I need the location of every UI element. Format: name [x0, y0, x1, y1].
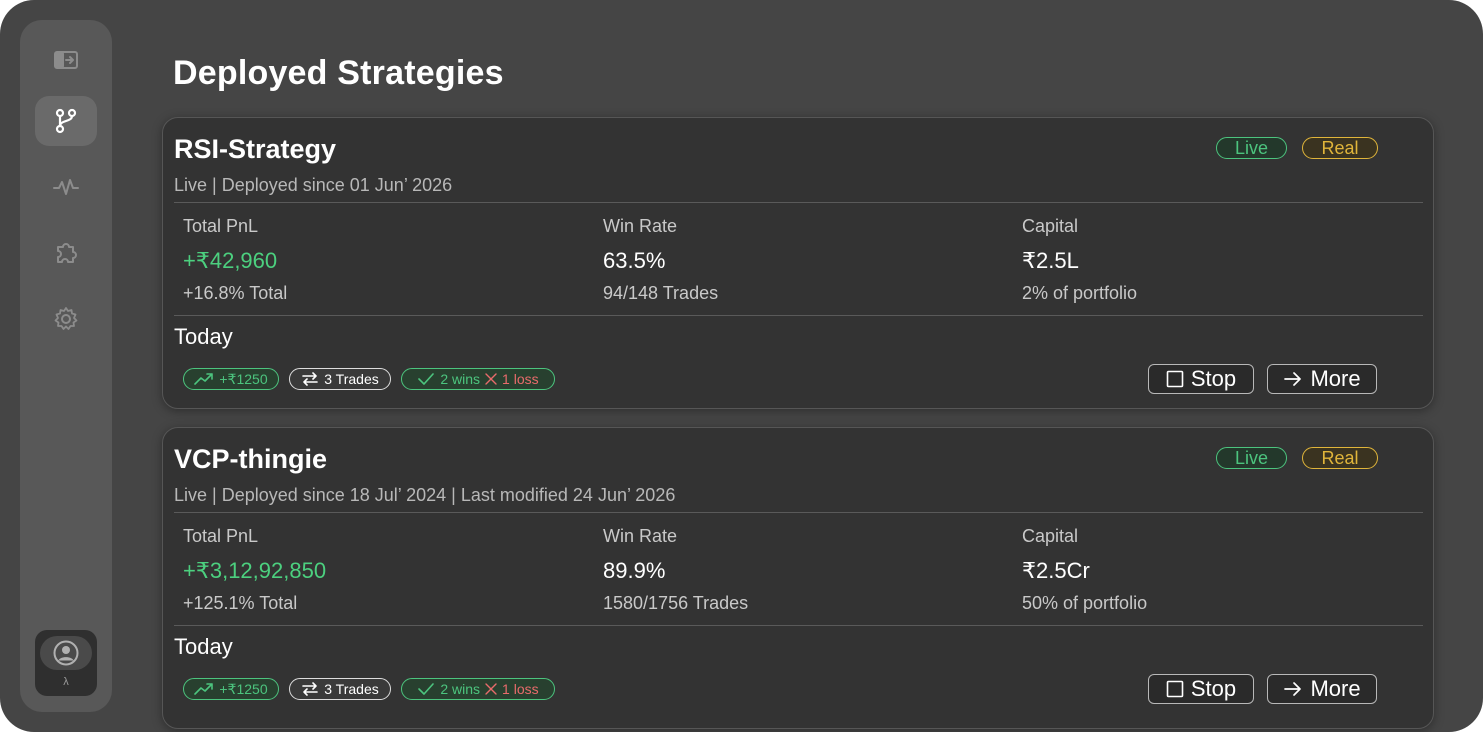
stat-subtext: +125.1% Total [183, 593, 298, 613]
square-stop-icon [1166, 680, 1184, 698]
stat-label: Total PnL [183, 216, 259, 236]
stat-subtext: 1580/1756 Trades [603, 593, 749, 613]
stat-value: ₹2.5L [1022, 248, 1079, 273]
more-button[interactable]: More [1267, 364, 1377, 394]
square-stop-icon [1166, 370, 1184, 388]
stat-value: 89.9% [603, 558, 666, 583]
today-pnl-value: +₹1250 [219, 370, 268, 387]
sidebar: λ [20, 20, 112, 712]
app-window: λ Deployed Strategies RSI-Strategy Live … [0, 0, 1483, 732]
today-pnl-value: +₹1250 [219, 680, 268, 697]
stat-subtext: 2% of portfolio [1022, 283, 1138, 303]
today-wins: 2 wins [440, 681, 481, 697]
today-wins-losses-badge: 2 wins 1 loss [401, 368, 555, 390]
stat-value: 63.5% [603, 248, 666, 273]
trending-up-icon [194, 373, 214, 385]
sidebar-item-expand[interactable] [35, 35, 97, 85]
today-losses: 1 loss [502, 681, 539, 697]
today-pnl-badge: +₹1250 [183, 368, 279, 390]
activity-icon [53, 179, 79, 195]
today-wins: 2 wins [440, 371, 481, 387]
more-button-label: More [1310, 676, 1361, 701]
sidebar-item-strategies[interactable] [35, 96, 97, 146]
today-trades-badge: 3 Trades [289, 368, 391, 390]
live-badge: Live [1216, 137, 1287, 159]
stat-value: +₹3,12,92,850 [183, 558, 327, 583]
win-rate-stat: Win Rate 89.9% 1580/1756 Trades [603, 526, 963, 614]
strategy-subtitle: Live | Deployed since 01 Jun’ 2026 [174, 175, 453, 195]
divider [174, 512, 1423, 513]
panel-expand-icon [54, 51, 78, 69]
arrow-right-icon [1284, 682, 1302, 696]
cross-icon [485, 373, 497, 385]
puzzle-icon [57, 243, 77, 263]
today-pnl-badge: +₹1250 [183, 678, 279, 700]
today-trades-count: 3 Trades [324, 371, 379, 387]
avatar [40, 636, 92, 670]
stat-label: Win Rate [603, 526, 678, 546]
more-button[interactable]: More [1267, 674, 1377, 704]
stop-button[interactable]: Stop [1148, 364, 1254, 394]
page-title: Deployed Strategies [173, 54, 504, 92]
user-avatar-icon [53, 640, 79, 666]
gear-icon [54, 307, 78, 330]
total-pnl-stat: Total PnL +₹42,960 +16.8% Total [183, 216, 543, 304]
arrow-right-icon [1284, 372, 1302, 386]
stop-button-label: Stop [1190, 366, 1237, 391]
check-icon [418, 683, 435, 695]
stat-subtext: 94/148 Trades [603, 283, 719, 303]
stat-label: Capital [1022, 216, 1079, 236]
live-badge: Live [1216, 447, 1287, 469]
strategy-subtitle: Live | Deployed since 18 Jul’ 2024 | Las… [174, 485, 676, 505]
today-trades-badge: 3 Trades [289, 678, 391, 700]
real-badge: Real [1302, 447, 1378, 469]
divider [174, 315, 1423, 316]
stat-value: ₹2.5Cr [1022, 558, 1090, 583]
strategy-name: RSI-Strategy [174, 134, 337, 164]
stat-subtext: 50% of portfolio [1022, 593, 1148, 613]
stat-value: +₹42,960 [183, 248, 278, 273]
more-button-label: More [1310, 366, 1361, 391]
strategy-name: VCP-thingie [174, 444, 327, 474]
stat-label: Total PnL [183, 526, 259, 546]
stat-subtext: +16.8% Total [183, 283, 288, 303]
real-badge: Real [1302, 137, 1378, 159]
today-trades-count: 3 Trades [324, 681, 379, 697]
cross-icon [485, 683, 497, 695]
check-icon [418, 373, 435, 385]
swap-arrows-icon [302, 372, 319, 386]
capital-stat: Capital ₹2.5L 2% of portfolio [1022, 216, 1382, 304]
sidebar-item-settings[interactable] [35, 294, 97, 344]
today-wins-losses-badge: 2 wins 1 loss [401, 678, 555, 700]
divider [174, 625, 1423, 626]
win-rate-stat: Win Rate 63.5% 94/148 Trades [603, 216, 963, 304]
profile-label: λ [63, 676, 69, 688]
today-losses: 1 loss [502, 371, 539, 387]
divider [174, 202, 1423, 203]
trending-up-icon [194, 683, 214, 695]
today-label: Today [174, 634, 233, 659]
stat-label: Capital [1022, 526, 1079, 546]
git-branch-icon [55, 108, 77, 134]
swap-arrows-icon [302, 682, 319, 696]
sidebar-item-plugins[interactable] [35, 228, 97, 278]
profile-button[interactable]: λ [35, 630, 97, 696]
today-label: Today [174, 324, 233, 349]
strategy-card: RSI-Strategy Live Real Live | Deployed s… [162, 117, 1434, 409]
stop-button[interactable]: Stop [1148, 674, 1254, 704]
sidebar-item-activity[interactable] [35, 162, 97, 212]
strategy-card: VCP-thingie Live Real Live | Deployed si… [162, 427, 1434, 729]
total-pnl-stat: Total PnL +₹3,12,92,850 +125.1% Total [183, 526, 543, 614]
capital-stat: Capital ₹2.5Cr 50% of portfolio [1022, 526, 1382, 614]
stat-label: Win Rate [603, 216, 678, 236]
stop-button-label: Stop [1190, 676, 1237, 701]
